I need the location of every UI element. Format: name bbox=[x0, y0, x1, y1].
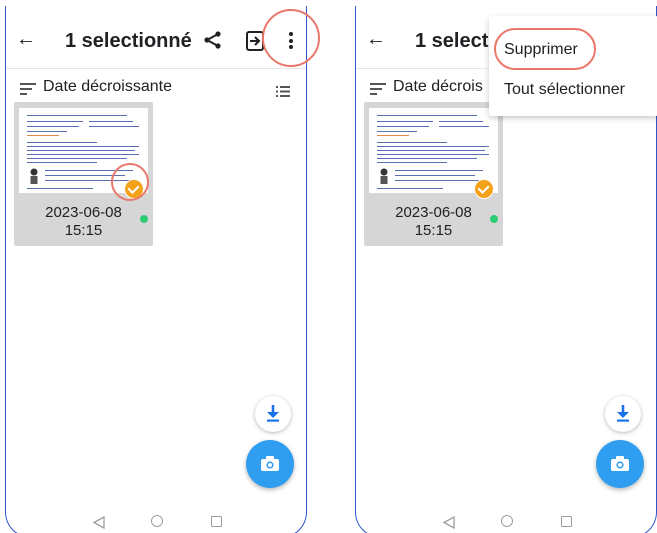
camera-icon bbox=[611, 456, 629, 471]
sort-icon bbox=[370, 83, 386, 98]
nav-recents-icon[interactable] bbox=[561, 516, 572, 527]
nav-recents-icon[interactable] bbox=[211, 516, 222, 527]
list-view-icon[interactable] bbox=[276, 84, 290, 102]
document-card[interactable]: 2023-06-08 15:15 bbox=[364, 102, 503, 246]
app-bar: ← 1 selectionné bbox=[6, 20, 306, 64]
camera-button[interactable] bbox=[596, 440, 644, 488]
card-time: 15:15 bbox=[64, 222, 103, 239]
camera-button[interactable] bbox=[246, 440, 294, 488]
import-button[interactable] bbox=[605, 396, 641, 432]
nav-back-icon[interactable] bbox=[443, 516, 455, 529]
import-button[interactable] bbox=[255, 396, 291, 432]
highlight-more-button bbox=[262, 9, 320, 67]
card-date: 2023-06-08 bbox=[45, 204, 122, 221]
highlight-delete-item bbox=[494, 28, 596, 70]
download-icon bbox=[617, 405, 629, 422]
download-icon bbox=[267, 405, 279, 422]
share-icon[interactable] bbox=[203, 30, 223, 55]
sort-label: Date décrois bbox=[393, 78, 483, 95]
nav-back-icon[interactable] bbox=[93, 516, 105, 529]
selection-count-title: 1 selectionné bbox=[65, 30, 192, 52]
sort-row[interactable]: Date décroissante bbox=[6, 74, 306, 102]
back-arrow-icon[interactable]: ← bbox=[366, 28, 386, 51]
highlight-selected-check bbox=[111, 163, 149, 201]
phone-screen-selected: ← 1 selectionné Date décroissante 2023-0… bbox=[5, 6, 307, 533]
card-date: 2023-06-08 bbox=[395, 204, 472, 221]
back-arrow-icon[interactable]: ← bbox=[16, 28, 36, 51]
nav-home-icon[interactable] bbox=[151, 515, 163, 527]
menu-item-select-all[interactable]: Tout sélectionner bbox=[504, 81, 625, 99]
selected-check-icon[interactable] bbox=[474, 179, 494, 199]
status-dot bbox=[140, 215, 148, 223]
system-nav-bar bbox=[6, 512, 306, 530]
card-time: 15:15 bbox=[414, 222, 453, 239]
selection-count-title: 1 selecti bbox=[415, 30, 494, 52]
system-nav-bar bbox=[356, 512, 656, 530]
status-dot bbox=[490, 215, 498, 223]
sort-icon bbox=[20, 83, 36, 98]
nav-home-icon[interactable] bbox=[501, 515, 513, 527]
sort-label: Date décroissante bbox=[43, 78, 172, 95]
camera-icon bbox=[261, 456, 279, 471]
app-bar-divider bbox=[6, 68, 306, 69]
